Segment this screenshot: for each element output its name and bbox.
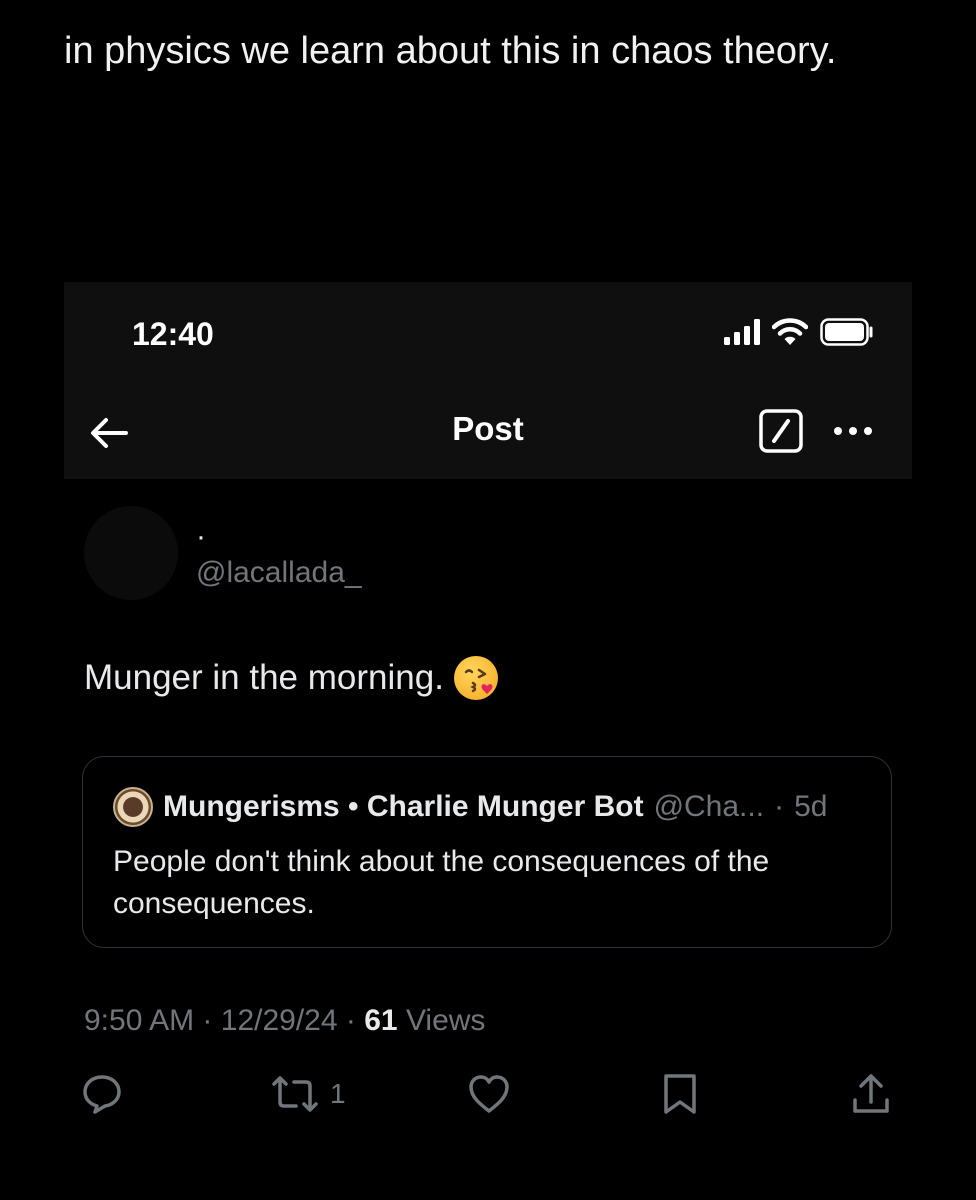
share-button[interactable]	[850, 1072, 892, 1116]
quoted-author-name: Mungerisms • Charlie Munger Bot	[163, 790, 644, 823]
meta-separator: ·	[202, 1004, 213, 1037]
share-icon	[850, 1072, 892, 1116]
avatar[interactable]	[84, 506, 178, 600]
action-bar: 1	[80, 1072, 892, 1122]
quoted-post-header: Mungerisms • Charlie Munger Bot @Cha... …	[113, 787, 827, 827]
post-meta: 9:50 AM · 12/29/24 · 61 Views	[84, 1004, 485, 1038]
meta-separator: ·	[345, 1004, 356, 1037]
signal-icon	[724, 319, 760, 350]
post-text: Munger in the morning.	[84, 658, 444, 697]
bookmark-icon	[660, 1072, 700, 1116]
quoted-post-text: People don't think about the consequence…	[113, 845, 770, 920]
status-time: 12:40	[132, 316, 214, 352]
post-date: 12/29/24	[220, 1004, 338, 1037]
status-icons	[724, 318, 874, 351]
quoted-author-handle: @Cha...	[653, 790, 765, 823]
quoted-age: 5d	[794, 790, 828, 823]
quoted-post[interactable]: Mungerisms • Charlie Munger Bot @Cha... …	[82, 756, 892, 948]
post-body: Munger in the morning.	[84, 656, 498, 700]
views-label[interactable]: Views	[406, 1004, 485, 1037]
repost-icon	[270, 1072, 320, 1116]
author-display-name[interactable]: ·	[196, 520, 206, 554]
reply-icon	[80, 1072, 124, 1116]
post-time: 9:50 AM	[84, 1004, 195, 1037]
battery-icon	[820, 318, 874, 351]
bookmark-button[interactable]	[660, 1072, 700, 1116]
quoted-separator: ·	[774, 790, 785, 823]
views-count[interactable]: 61	[364, 1004, 397, 1037]
heart-icon	[466, 1072, 512, 1116]
caption-text: in physics we learn about this in chaos …	[64, 30, 837, 72]
author-handle[interactable]: @lacallada_	[196, 556, 362, 590]
quoted-avatar	[113, 787, 153, 827]
post-header-bar: 12:40 Post	[64, 282, 912, 479]
wifi-icon	[771, 318, 809, 351]
like-button[interactable]	[466, 1072, 512, 1116]
reply-button[interactable]	[80, 1072, 124, 1116]
repost-count: 1	[330, 1078, 346, 1109]
repost-button[interactable]: 1	[270, 1072, 346, 1116]
compose-icon[interactable]	[758, 408, 804, 454]
more-icon[interactable]	[830, 416, 876, 446]
kissing-face-emoji	[453, 656, 498, 700]
